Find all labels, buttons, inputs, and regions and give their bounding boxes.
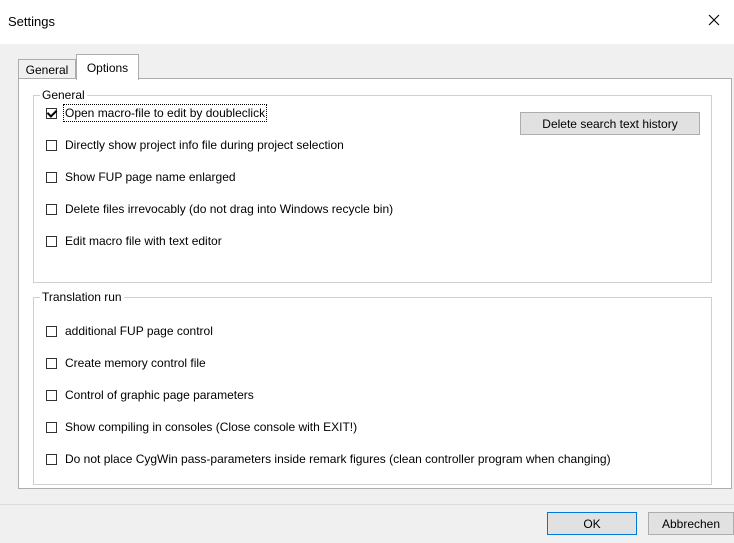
checkbox[interactable] [46,421,57,433]
footer-separator [0,504,734,505]
window-title: Settings [8,14,55,29]
option-cygwin-pass-parameters[interactable]: Do not place CygWin pass-parameters insi… [46,452,611,466]
tab-general-label: General [25,62,69,77]
option-show-project-info[interactable]: Directly show project info file during p… [46,138,344,152]
option-label: Create memory control file [65,356,206,370]
close-icon [708,14,720,26]
checkbox[interactable] [46,389,57,401]
close-button[interactable] [694,0,734,40]
checkbox[interactable] [46,453,57,465]
title-bar: Settings [0,0,734,44]
checkbox[interactable] [46,235,57,247]
option-label: additional FUP page control [65,324,213,338]
tab-options[interactable]: Options [76,54,139,80]
options-tab-panel: General Open macro-file to edit by doubl… [18,78,732,489]
option-label: Show compiling in consoles (Close consol… [65,420,358,434]
option-label: Directly show project info file during p… [65,138,344,152]
option-edit-macro-text-editor[interactable]: Edit macro file with text editor [46,234,222,248]
option-label: Open macro-file to edit by doubleclick [62,104,268,122]
checkbox[interactable] [46,171,57,183]
option-label: Do not place CygWin pass-parameters insi… [65,452,611,466]
option-create-memory-control-file[interactable]: Create memory control file [46,356,206,370]
general-group: General Open macro-file to edit by doubl… [33,88,712,283]
option-label: Show FUP page name enlarged [65,170,236,184]
option-delete-irrevocably[interactable]: Delete files irrevocably (do not drag in… [46,202,393,216]
ok-button[interactable]: OK [547,512,637,535]
option-label: Control of graphic page parameters [65,388,254,402]
delete-search-history-button[interactable]: Delete search text history [520,112,700,135]
option-open-macro-doubleclick[interactable]: Open macro-file to edit by doubleclick [46,104,268,122]
checkbox[interactable] [46,325,57,337]
checkbox[interactable] [46,357,57,369]
option-additional-fup-control[interactable]: additional FUP page control [46,324,213,338]
translation-run-group: Translation run additional FUP page cont… [33,290,712,485]
option-label: Delete files irrevocably (do not drag in… [65,202,394,216]
tab-general[interactable]: General [18,59,76,79]
option-graphic-page-parameters[interactable]: Control of graphic page parameters [46,388,254,402]
translation-group-legend: Translation run [40,290,124,304]
option-label: Edit macro file with text editor [65,234,222,248]
cancel-button[interactable]: Abbrechen [648,512,734,535]
dialog-client-area: General Options General Open macro-file … [0,44,734,543]
general-group-legend: General [40,88,87,102]
checkbox[interactable] [46,203,57,215]
option-show-compiling-consoles[interactable]: Show compiling in consoles (Close consol… [46,420,357,434]
checkbox[interactable] [46,107,57,119]
option-fup-name-enlarged[interactable]: Show FUP page name enlarged [46,170,236,184]
checkbox[interactable] [46,139,57,151]
tab-options-label: Options [86,60,129,75]
